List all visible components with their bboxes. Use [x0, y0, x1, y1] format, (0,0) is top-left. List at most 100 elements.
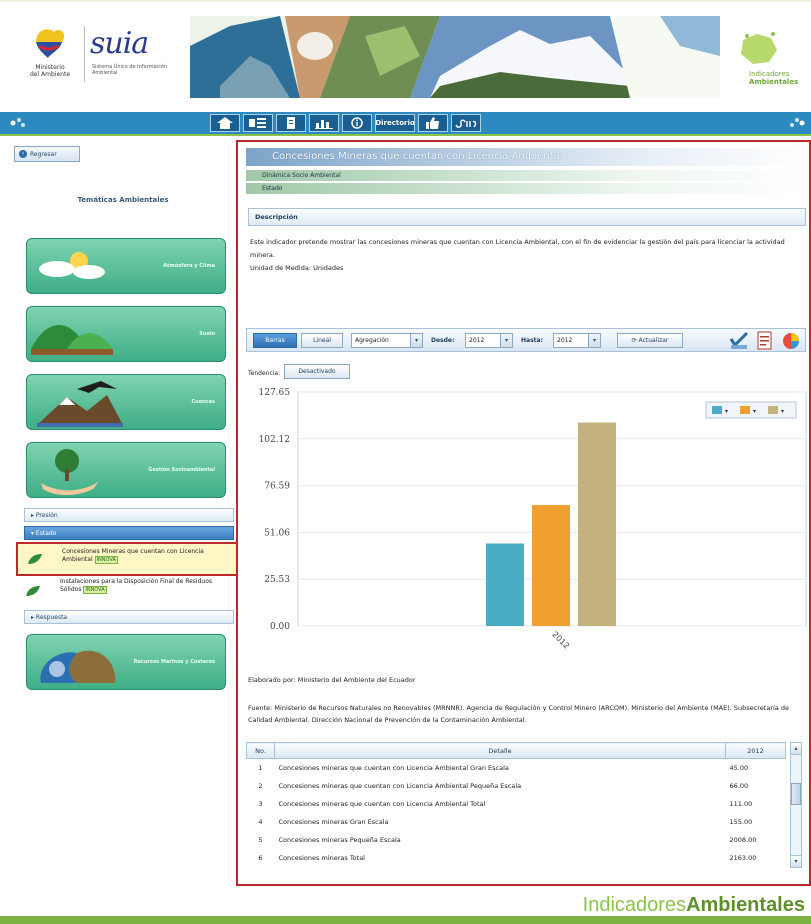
suia-button[interactable]	[451, 114, 481, 132]
indicator-item-residuos[interactable]: Instalaciones para la Disposición Final …	[16, 576, 238, 610]
category-estado[interactable]: ▾ Estado	[24, 526, 234, 540]
update-button[interactable]: ⟳ Actualizar	[617, 333, 683, 348]
home-button[interactable]	[210, 114, 240, 132]
table-row[interactable]: 2 Concesiones mineras que cuentan con Lic…	[247, 777, 786, 795]
theme-card-marinos[interactable]: Recursos Marinos y Costeros	[26, 634, 226, 690]
indicadores-ambientales-logo[interactable]: Indicadores Ambientales	[735, 30, 805, 90]
y-tick-label: 127.65	[259, 388, 291, 398]
aggregation-select[interactable]: Agregación ▾	[351, 333, 423, 348]
legend-swatch-2	[740, 406, 750, 414]
ministry-logo[interactable]: Ministerio del Ambiente suia Sistema Úni…	[20, 20, 190, 90]
col-2012[interactable]: 2012	[725, 742, 786, 759]
footer-brand-light: Indicadores	[582, 894, 687, 916]
theme-card-suelo[interactable]: Suelo	[26, 306, 226, 362]
unit-of-measure: Unidad de Medida: Unidades	[250, 264, 344, 272]
table-row[interactable]: 5 Concesiones mineras Pequeña Escala 2008.…	[247, 831, 786, 849]
cell-no: 5	[258, 835, 263, 844]
to-year-select[interactable]: 2012 ▾	[553, 333, 601, 348]
refresh-icon: ⟳	[631, 337, 639, 344]
cloud-sun-icon	[39, 252, 105, 279]
description-text: Este indicador pretende mostrar las conc…	[250, 238, 785, 259]
tools-icon	[249, 118, 266, 128]
table-row[interactable]: 4 Concesiones mineras Gran Escala 155.00	[247, 813, 786, 831]
directorio-button[interactable]: Directorio	[375, 114, 415, 132]
theme-card-cuencas[interactable]: Cuencas	[26, 374, 226, 430]
footer-brand-bold: Ambientales	[686, 894, 805, 916]
col-detalle[interactable]: Detalle	[274, 742, 726, 759]
theme-card-label: Cuencas	[191, 399, 216, 405]
cell-no: 2	[258, 781, 263, 790]
y-tick-label: 102.12	[259, 435, 291, 445]
data-table-wrap: No. Detalle 2012 1 Concesiones mineras qu…	[246, 742, 802, 872]
decor-dots-icon	[10, 118, 25, 127]
indicator-item-concesiones[interactable]: Concesiones Mineras que cuentan con Lice…	[16, 542, 238, 576]
category-label: Respuesta	[35, 613, 68, 621]
chevron-down-icon[interactable]: ▾	[588, 334, 600, 347]
documents-button[interactable]	[276, 114, 306, 132]
cell-detalle: Concesiones mineras que cuentan con Lice…	[278, 781, 522, 790]
legend-label: ▾	[725, 408, 728, 415]
trend-toggle-button[interactable]: Desactivado	[284, 364, 350, 379]
report-pdf-icon[interactable]	[755, 331, 775, 351]
scroll-thumb[interactable]	[791, 783, 801, 805]
cell-detalle: Concesiones mineras Gran Escala	[278, 817, 389, 826]
source-note: Fuente: Ministerio de Recursos Naturales…	[248, 704, 789, 724]
category-presion[interactable]: ▸ Presión	[24, 508, 234, 522]
theme-card-atmosfera[interactable]: Atmósfera y Clima	[26, 238, 226, 294]
category-respuesta[interactable]: ▸ Respuesta	[24, 610, 234, 624]
site-header: Ministerio del Ambiente suia Sistema Úni…	[0, 0, 811, 112]
ministry-emblem-icon	[36, 29, 65, 58]
pie-chart-icon[interactable]	[781, 331, 801, 351]
back-arrow-icon: ‹	[19, 150, 27, 158]
back-button[interactable]: ‹ Regresar	[14, 146, 80, 162]
cell-val: 2163.00	[729, 853, 757, 862]
indicator-title: Concesiones Mineras que cuentan con Lice…	[272, 151, 563, 162]
table-row[interactable]: 1 Concesiones mineras que cuentan con Lic…	[247, 759, 786, 777]
main-nav-bar: Directorio	[0, 112, 811, 134]
from-label: Desde:	[431, 337, 455, 344]
bar-chart: 0.00 25.53 51.06 76.59 102.12 127.65 2012 ▾ ▾ ▾	[259, 388, 807, 651]
coast-icon	[40, 650, 116, 683]
cell-no: 1	[258, 763, 263, 772]
download-icon[interactable]	[729, 331, 749, 351]
table-row[interactable]: 6 Concesiones mineras Total 2163.00	[247, 849, 786, 867]
info-button[interactable]	[342, 114, 372, 132]
chevron-down-icon[interactable]: ▾	[410, 334, 422, 347]
feedback-button[interactable]	[418, 114, 448, 132]
cell-detalle: Concesiones mineras que cuentan con Lice…	[278, 763, 509, 772]
scroll-up-icon[interactable]: ▴	[791, 743, 801, 755]
theme-card-label: Gestión Socioambiental	[148, 467, 215, 473]
scroll-down-icon[interactable]: ▾	[791, 855, 801, 867]
indicator-dimension: Dinámica Socio Ambiental	[246, 170, 806, 181]
table-header-row: No. Detalle 2012	[246, 742, 786, 759]
tools-button[interactable]	[243, 114, 273, 132]
from-year-select[interactable]: 2012 ▾	[465, 333, 513, 348]
back-button-label: Regresar	[30, 150, 57, 158]
thumbs-up-icon	[426, 117, 439, 129]
table-row[interactable]: 3 Concesiones mineras que cuentan con Lic…	[247, 795, 786, 813]
charts-button[interactable]	[309, 114, 339, 132]
suia-logo-text: suia	[90, 26, 149, 61]
ecuador-map-icon	[741, 32, 777, 64]
legend-swatch-3	[768, 406, 778, 414]
cell-no: 4	[258, 817, 263, 826]
y-tick-label: 51.06	[264, 528, 290, 538]
elaborated-by: Elaborado por: Ministerio del Ambiente d…	[248, 676, 416, 684]
indicator-panel: Concesiones Mineras que cuentan con Lice…	[236, 140, 811, 886]
theme-card-socioambiental[interactable]: Gestión Socioambiental	[26, 442, 226, 498]
description-body: Este indicador pretende mostrar las conc…	[250, 236, 806, 275]
chevron-down-icon[interactable]: ▾	[500, 334, 512, 347]
table-scrollbar[interactable]: ▴ ▾	[790, 742, 802, 868]
theme-card-label: Suelo	[199, 331, 215, 337]
line-mode-button[interactable]: Lineal	[301, 333, 343, 348]
bar-series-1	[486, 543, 524, 626]
indicator-badge: INNOVA	[94, 556, 118, 564]
ministry-name: Ministerio del Ambiente	[29, 64, 71, 78]
cell-val: 111.00	[729, 799, 753, 808]
col-no[interactable]: No.	[246, 742, 275, 759]
cell-no: 3	[258, 799, 263, 808]
bar-series-2	[532, 505, 570, 626]
bar-mode-button[interactable]: Barras	[253, 333, 297, 348]
legend-label: ▾	[753, 408, 756, 415]
indicator-title-bar: Concesiones Mineras que cuentan con Lice…	[246, 148, 806, 166]
